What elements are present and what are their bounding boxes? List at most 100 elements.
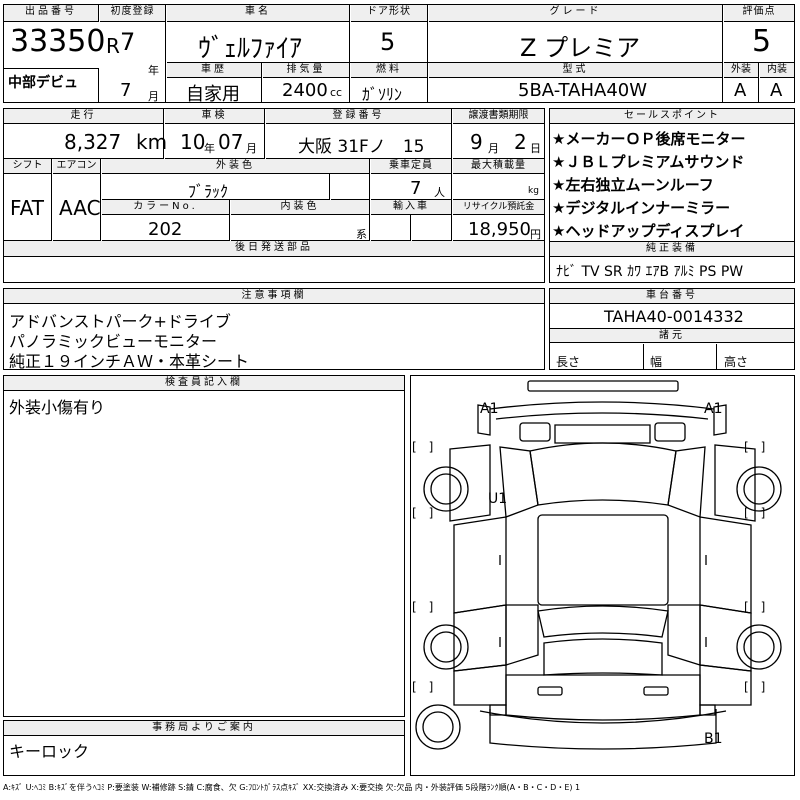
insp-month: 07 bbox=[218, 130, 244, 154]
sales-point: ★ヘッドアップディスプレイ bbox=[552, 222, 745, 240]
first-reg-col bbox=[100, 22, 166, 102]
legend: A:ｷｽﾞ U:ﾍｺﾐ B:ｷｽﾞを伴うﾍｺﾐ P:要塗装 W:補修跡 S:錆 … bbox=[3, 783, 581, 792]
inspector-text: 外装小傷有り bbox=[9, 398, 106, 417]
mileage-unit: km bbox=[136, 130, 168, 154]
int-label: 内装 bbox=[760, 63, 794, 78]
max-load-unit: kg bbox=[528, 186, 539, 196]
import-cell-b bbox=[412, 215, 452, 241]
displacement-unit: cc bbox=[330, 86, 343, 99]
ext-color-cell2 bbox=[331, 174, 370, 200]
first-reg-label: 初度登録 bbox=[100, 5, 166, 22]
insp-year-unit: 年 bbox=[204, 142, 215, 155]
ext-score: A bbox=[734, 80, 747, 101]
sales-point: ★デジタルインナーミラー bbox=[552, 199, 731, 217]
plate-label: 登録番号 bbox=[266, 109, 452, 124]
sales-point: ★左右独立ムーンルーフ bbox=[552, 176, 714, 194]
transfer-month-unit: 月 bbox=[488, 142, 499, 155]
score-label: 評価点 bbox=[724, 5, 794, 22]
inspector-label: 検査員記入欄 bbox=[4, 376, 404, 391]
car-name-label: 車名 bbox=[167, 5, 350, 22]
mark-a1-left: A1 bbox=[480, 401, 498, 417]
debut-text: 中部デビュ bbox=[8, 75, 78, 91]
width-label: 幅 bbox=[650, 355, 663, 369]
office-label: 事務局よりご案内 bbox=[4, 721, 404, 736]
shift-label: シフト bbox=[4, 159, 52, 174]
bracket-mark: [ ] bbox=[744, 600, 765, 614]
grade-label: グレード bbox=[429, 5, 723, 22]
mark-u1: U1 bbox=[488, 491, 507, 507]
chassis-value: TAHA40-0014332 bbox=[604, 307, 744, 326]
max-load-label: 最大積載量 bbox=[453, 159, 544, 174]
ext-label: 外装 bbox=[724, 63, 759, 78]
displacement-label: 排気量 bbox=[263, 63, 350, 78]
specs-label: 諸元 bbox=[550, 328, 794, 343]
bracket-mark: [ ] bbox=[744, 680, 765, 694]
sales-point: ★メーカーＯＰ後席モニター bbox=[552, 130, 746, 148]
fuel-value: ｶﾞｿﾘﾝ bbox=[362, 85, 403, 104]
history-value: 自家用 bbox=[186, 84, 240, 105]
recycle-label: リサイクル預託金 bbox=[453, 200, 544, 215]
lot-no: 33350 bbox=[10, 24, 106, 59]
ext-color-label: 外装色 bbox=[102, 159, 370, 174]
bracket-mark: [ ] bbox=[744, 440, 765, 454]
door-label: ドア形状 bbox=[351, 5, 428, 22]
model-value: 5BA-TAHA40W bbox=[518, 80, 648, 101]
shift-value: FAT bbox=[10, 196, 45, 220]
insp-month-unit: 月 bbox=[246, 142, 257, 155]
transfer-label: 譲渡書類期限 bbox=[453, 109, 544, 124]
capacity-unit: 人 bbox=[434, 186, 445, 199]
import-cell-a bbox=[371, 215, 411, 241]
int-color-cell bbox=[231, 215, 370, 241]
inspector-box bbox=[3, 375, 405, 717]
capacity-value: 7 bbox=[410, 178, 422, 199]
car-col bbox=[167, 22, 350, 62]
ac-label: エアコン bbox=[53, 159, 101, 174]
ac-value: AAC bbox=[59, 196, 101, 220]
notes-line: 純正１９インチＡＷ・本革シート bbox=[9, 352, 250, 371]
notes-label: 注意事項欄 bbox=[4, 289, 544, 304]
mark-a1-right: A1 bbox=[704, 401, 722, 417]
office-text: キーロック bbox=[9, 742, 90, 761]
history-label: 車歴 bbox=[167, 63, 262, 78]
score-value: 5 bbox=[752, 24, 772, 59]
bracket-mark: [ ] bbox=[412, 600, 433, 614]
mark-b1: B1 bbox=[704, 731, 723, 747]
height-label: 高さ bbox=[724, 355, 749, 369]
chassis-label: 車台番号 bbox=[550, 289, 794, 304]
door-col bbox=[351, 22, 428, 62]
equipment-label: 純正装備 bbox=[550, 241, 794, 257]
recycle-value: 18,950 bbox=[468, 219, 531, 240]
int-color-unit: 系 bbox=[356, 228, 367, 241]
color-no-value: 202 bbox=[148, 219, 183, 240]
equipment-items: ﾅﾋﾞ TV SR ｶﾜ ｴｱB ｱﾙﾐ PS PW bbox=[556, 264, 744, 280]
car-diagram: A1 A1 U1 B1 [ ] [ ] [ ] [ ] [ ] [ ] [ ] … bbox=[412, 380, 782, 750]
int-color-label: 内装色 bbox=[231, 200, 370, 215]
grade-col bbox=[429, 22, 723, 62]
ext-color-value: ﾌﾞﾗｯｸ bbox=[188, 182, 229, 201]
transfer-month: 9 bbox=[470, 130, 483, 154]
bracket-mark: [ ] bbox=[412, 440, 433, 454]
plate-value: 大阪 31Fノ 15 bbox=[298, 137, 425, 157]
inspection-label: 車検 bbox=[165, 109, 265, 124]
import-label: 輸入車 bbox=[371, 200, 452, 215]
fuel-label: 燃料 bbox=[351, 63, 428, 78]
model-label: 型式 bbox=[429, 63, 723, 78]
transfer-day: 2 bbox=[514, 130, 527, 154]
bracket-mark: [ ] bbox=[744, 506, 765, 520]
lot-no-label: 出品番号 bbox=[4, 5, 99, 22]
int-score: A bbox=[770, 80, 783, 101]
bracket-mark: [ ] bbox=[412, 506, 433, 520]
later-parts-label: 後日発送部品 bbox=[4, 241, 544, 257]
bracket-mark: [ ] bbox=[412, 680, 433, 694]
capacity-label: 乗車定員 bbox=[371, 159, 452, 174]
mileage-value: 8,327 bbox=[64, 130, 122, 154]
length-label: 長さ bbox=[556, 355, 581, 369]
recycle-unit: 円 bbox=[530, 228, 541, 241]
insp-year: 10 bbox=[180, 130, 206, 154]
sales-label: セールスポイント bbox=[550, 109, 794, 124]
color-no-label: カラーNo. bbox=[102, 200, 230, 215]
transfer-day-unit: 日 bbox=[530, 142, 541, 155]
mileage-label: 走行 bbox=[4, 109, 164, 124]
displacement-value: 2400 bbox=[282, 80, 328, 101]
sales-point: ★ＪＢＬプレミアムサウンド bbox=[552, 153, 745, 171]
